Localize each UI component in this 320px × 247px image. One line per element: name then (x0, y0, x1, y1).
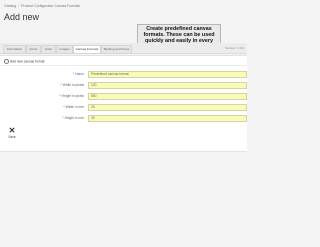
tab-fonts[interactable]: Fonts (26, 45, 41, 54)
divider (0, 65, 247, 66)
label-height-mm: *Height in mm (62, 116, 84, 120)
save-button[interactable]: ✕ Save (5, 126, 19, 140)
tab-backing-and-frame[interactable]: Backing and frame (101, 45, 132, 54)
breadcrumb-item-catalog[interactable]: Catalog (4, 4, 16, 8)
name-input[interactable]: Predefined canvas format (88, 71, 247, 78)
tab-bar: Information Fonts Color Images Canvas Fo… (0, 43, 247, 54)
form-panel: Add new canvas format *Name Predefined c… (0, 55, 247, 152)
width-px-input[interactable]: 120 (88, 82, 247, 89)
tab-information[interactable]: Information (3, 45, 26, 54)
label-width-mm: *Width in mm (63, 105, 84, 109)
tab-color[interactable]: Color (41, 45, 56, 54)
required-marker: * (63, 105, 65, 109)
save-label: Save (8, 135, 16, 139)
required-marker: * (72, 72, 75, 76)
height-mm-input[interactable]: 30 (88, 115, 247, 122)
panel-heading-text: Add new canvas format (10, 59, 45, 64)
height-px-input[interactable]: 800 (88, 93, 247, 100)
breadcrumb-separator: / (18, 4, 20, 8)
breadcrumb-item-current: Product Configurator Canvas Formats (21, 4, 81, 8)
required-marker: * (59, 94, 61, 98)
width-mm-input[interactable]: 29 (88, 104, 247, 111)
required-marker: * (62, 116, 64, 120)
label-name: *Name (72, 72, 84, 76)
tab-images[interactable]: Images (56, 45, 73, 54)
version-text: Version: 1.0.0 (225, 46, 244, 50)
close-icon: ✕ (8, 126, 16, 135)
tab-canvas-formats[interactable]: Canvas Formats (73, 45, 101, 54)
label-width-px: *Width in pixels (60, 83, 84, 87)
panel-heading: Add new canvas format (4, 59, 44, 64)
label-height-px: *Height in pixels (59, 94, 84, 98)
page-title: Add new (4, 12, 40, 22)
required-marker: * (60, 83, 62, 87)
gear-icon (4, 59, 9, 64)
breadcrumb: Catalog / Product Configurator Canvas Form… (4, 4, 80, 8)
